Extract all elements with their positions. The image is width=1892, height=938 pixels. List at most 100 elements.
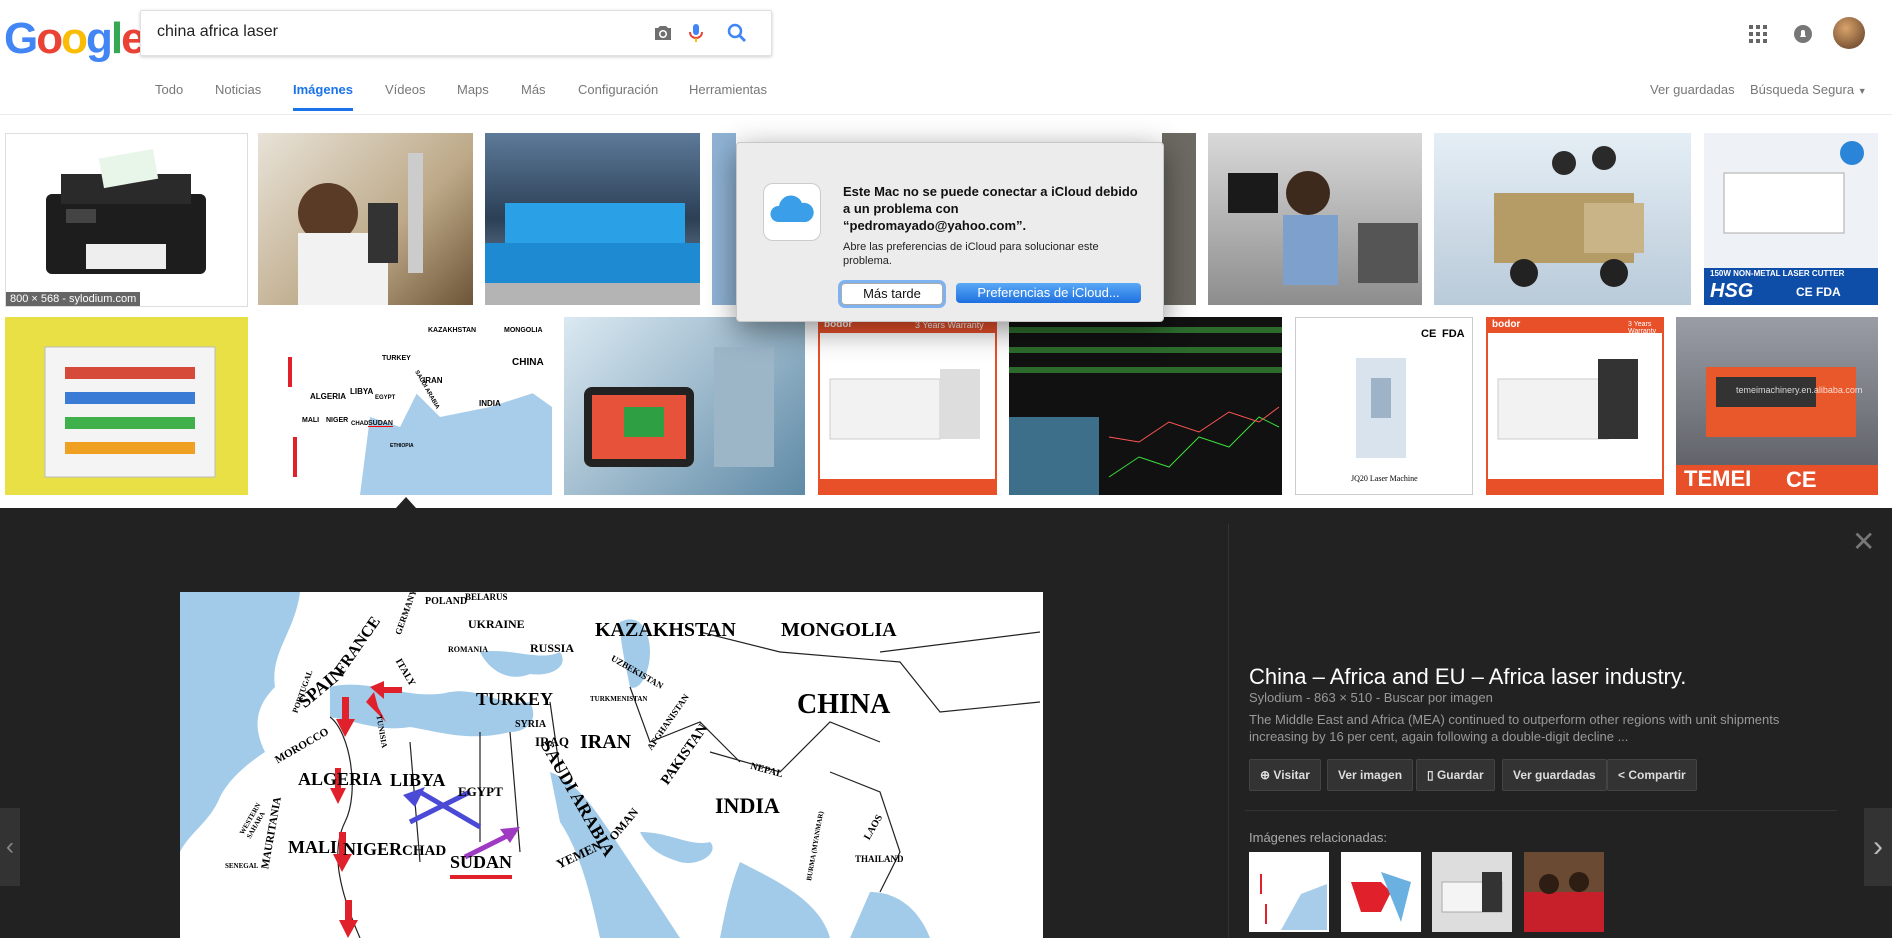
map-label: IRAN xyxy=(580,731,632,753)
share-icon: < xyxy=(1618,768,1626,782)
visit-button[interactable]: ⊕ Visitar xyxy=(1249,759,1321,791)
image-result[interactable]: temeimachinery.en.alibaba.com TEMEI CE xyxy=(1676,317,1878,495)
factory-image xyxy=(485,203,700,305)
image-description: The Middle East and Africa (MEA) continu… xyxy=(1249,712,1780,744)
map-label: TURKMENISTAN xyxy=(590,695,648,703)
avatar[interactable] xyxy=(1833,17,1865,49)
view-saved-button[interactable]: Ver guardadas xyxy=(1502,759,1607,791)
tab-mas[interactable]: Más xyxy=(521,82,546,97)
search-icon[interactable] xyxy=(725,21,749,45)
image-result[interactable]: 150W NON-METAL LASER CUTTER HSG CE FDA xyxy=(1704,133,1878,305)
saved-images-link[interactable]: Ver guardadas xyxy=(1650,82,1735,97)
save-button[interactable]: ▯ Guardar xyxy=(1416,759,1495,791)
search-box[interactable] xyxy=(140,10,772,56)
map-label: RUSSIA xyxy=(530,641,575,655)
machine-caption: JQ20 Laser Machine xyxy=(1351,474,1418,483)
thumb-label: INDIA xyxy=(479,399,501,408)
view-image-button[interactable]: Ver imagen xyxy=(1327,759,1414,791)
image-result[interactable] xyxy=(485,133,700,305)
image-result[interactable] xyxy=(1208,133,1422,305)
thumb-label: SUDAN xyxy=(368,420,393,427)
map-shapes xyxy=(180,592,1043,938)
fda-mark: FDA xyxy=(1816,285,1841,299)
close-icon[interactable]: ✕ xyxy=(1852,528,1875,556)
logo-letter: o xyxy=(36,14,63,63)
safe-search-dropdown[interactable]: Búsqueda Segura ▼ xyxy=(1750,82,1867,97)
related-image[interactable] xyxy=(1341,852,1421,932)
save-label: Guardar xyxy=(1436,768,1484,782)
image-result[interactable] xyxy=(1434,133,1691,305)
related-students-thumb xyxy=(1524,872,1604,932)
share-button[interactable]: < Compartir xyxy=(1607,759,1697,791)
truck-image xyxy=(1494,146,1644,287)
apps-grid-icon[interactable] xyxy=(1748,24,1768,44)
notifications-icon[interactable] xyxy=(1793,24,1813,44)
image-result[interactable] xyxy=(564,317,805,495)
map-label: KAZAKHSTAN xyxy=(595,619,736,641)
thumb-label: CHAD xyxy=(351,421,369,427)
logo-letter: g xyxy=(86,14,113,63)
tab-videos[interactable]: Vídeos xyxy=(385,82,425,97)
visit-label: Visitar xyxy=(1273,768,1310,782)
related-map-thumb xyxy=(1251,854,1327,930)
image-result[interactable] xyxy=(258,133,473,305)
thumb-label: CHINA xyxy=(512,357,544,368)
map-label: POLAND xyxy=(425,596,468,607)
chevron-left-icon[interactable]: ‹ xyxy=(0,808,20,886)
map-label: TURKEY xyxy=(476,689,554,709)
image-result[interactable]: bodor 3 Years Warranty xyxy=(1486,317,1664,495)
image-result[interactable] xyxy=(1009,317,1282,495)
icloud-icon xyxy=(763,183,821,241)
image-size-caption: 800 × 568 - sylodium.com xyxy=(6,292,141,306)
warranty-text: 3 Years Warranty xyxy=(1628,321,1657,335)
fiber-laser-image xyxy=(820,319,995,493)
map-label: LIBYA xyxy=(390,770,446,790)
printer-image xyxy=(46,149,206,274)
map-label: NIGER xyxy=(343,839,403,859)
image-result[interactable] xyxy=(1162,133,1196,305)
icloud-preferences-button[interactable]: Preferencias de iCloud... xyxy=(956,283,1141,303)
thumb-label: EGYPT xyxy=(375,395,396,401)
image-result[interactable]: CE FDA JQ20 Laser Machine xyxy=(1295,317,1473,495)
tab-herramientas[interactable]: Herramientas xyxy=(689,82,767,97)
map-label: SUDAN xyxy=(450,852,513,872)
ce-mark: CE xyxy=(1786,467,1817,492)
image-result[interactable] xyxy=(5,317,248,495)
map-label: ALGERIA xyxy=(298,769,383,789)
tab-configuracion[interactable]: Configuración xyxy=(578,82,658,97)
scientist-image xyxy=(298,153,423,305)
later-button[interactable]: Más tarde xyxy=(841,283,943,305)
tab-todo[interactable]: Todo xyxy=(155,82,183,97)
related-image[interactable] xyxy=(1432,852,1512,932)
ce-mark: CE xyxy=(1421,328,1437,340)
camera-icon[interactable] xyxy=(651,21,675,45)
microphone-icon[interactable] xyxy=(684,21,708,45)
image-result[interactable] xyxy=(712,133,736,305)
google-logo[interactable]: Google xyxy=(4,14,146,64)
bodor-logo-text: bodor xyxy=(1492,319,1521,330)
map-label: MONGOLIA xyxy=(781,619,897,641)
caret-down-icon: ▼ xyxy=(1857,86,1867,96)
icloud-alert-dialog: Este Mac no se puede conectar a iCloud d… xyxy=(736,142,1164,322)
preview-map-image[interactable]: KAZAKHSTAN MONGOLIA CHINA RUSSIA UKRAINE… xyxy=(180,592,1043,938)
tab-imagenes[interactable]: Imágenes xyxy=(293,82,353,111)
tab-maps[interactable]: Maps xyxy=(457,82,489,97)
share-label: Compartir xyxy=(1628,768,1686,782)
engineer-image xyxy=(1228,171,1418,285)
related-image[interactable] xyxy=(1249,852,1329,932)
hsg-logo-text: HSG xyxy=(1710,280,1754,302)
watermark-text: temeimachinery.en.alibaba.com xyxy=(1736,385,1863,395)
search-input[interactable] xyxy=(155,22,639,42)
tab-noticias[interactable]: Noticias xyxy=(215,82,261,97)
image-result[interactable]: bodor 3 Years Warranty xyxy=(818,317,997,495)
thumb-label: KAZAKHSTAN xyxy=(428,327,477,334)
image-result[interactable]: KAZAKHSTAN MONGOLIA CHINA TURKEY IRAN IN… xyxy=(260,317,552,495)
chevron-right-icon[interactable]: › xyxy=(1864,808,1892,886)
map-label: SYRIA xyxy=(515,719,547,730)
image-result[interactable]: 800 × 568 - sylodium.com xyxy=(5,133,248,307)
marking-laser-image xyxy=(1356,358,1406,458)
related-image[interactable] xyxy=(1524,852,1604,932)
map-label: INDIA xyxy=(715,793,780,818)
selection-pointer xyxy=(396,497,416,508)
image-title[interactable]: China – Africa and EU – Africa laser ind… xyxy=(1249,664,1686,690)
